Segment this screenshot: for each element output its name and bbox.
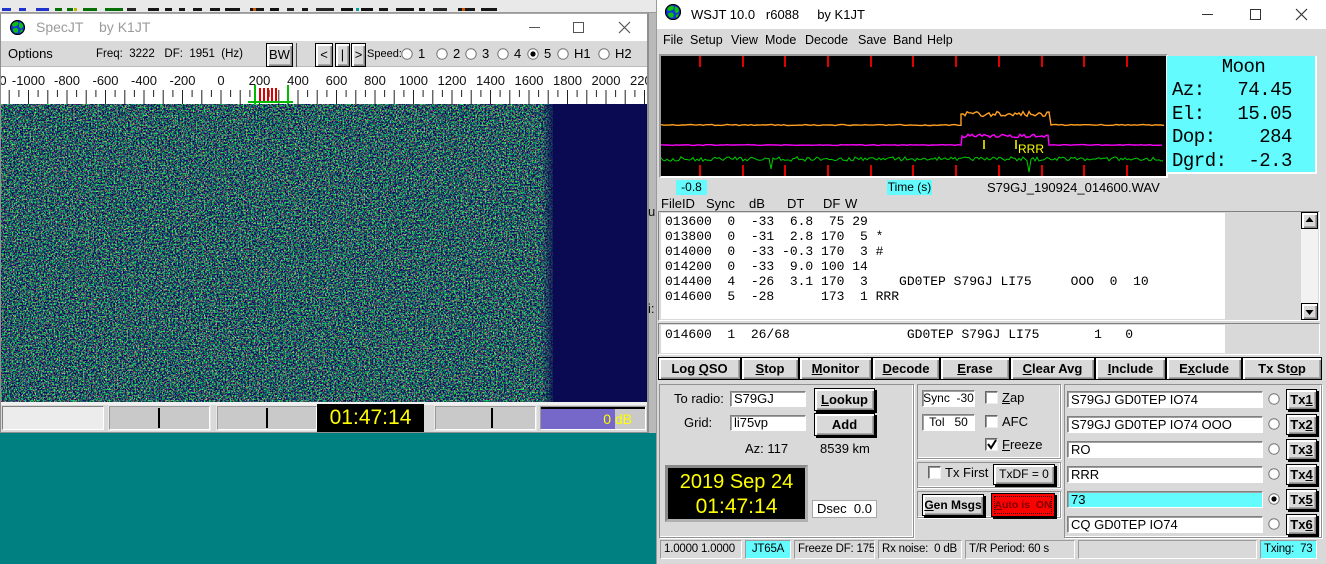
svg-text:-1000: -1000 [12,73,45,88]
svg-text:0: 0 [217,73,224,88]
svg-text:600: 600 [326,73,348,88]
svg-text:-200: -200 [169,73,195,88]
svg-text:1000: 1000 [399,73,428,88]
svg-text:1400: 1400 [476,73,505,88]
svg-text:200: 200 [249,73,271,88]
svg-text:RRR: RRR [1018,142,1044,156]
svg-text:-800: -800 [54,73,80,88]
svg-text:-400: -400 [131,73,157,88]
svg-text:1600: 1600 [515,73,544,88]
svg-text:800: 800 [364,73,386,88]
svg-text:-1200: -1200 [1,73,7,88]
svg-text:1800: 1800 [553,73,582,88]
svg-text:2000: 2000 [592,73,621,88]
svg-text:400: 400 [287,73,309,88]
svg-text:2200: 2200 [630,73,647,88]
svg-text:1200: 1200 [438,73,467,88]
svg-text:-600: -600 [92,73,118,88]
